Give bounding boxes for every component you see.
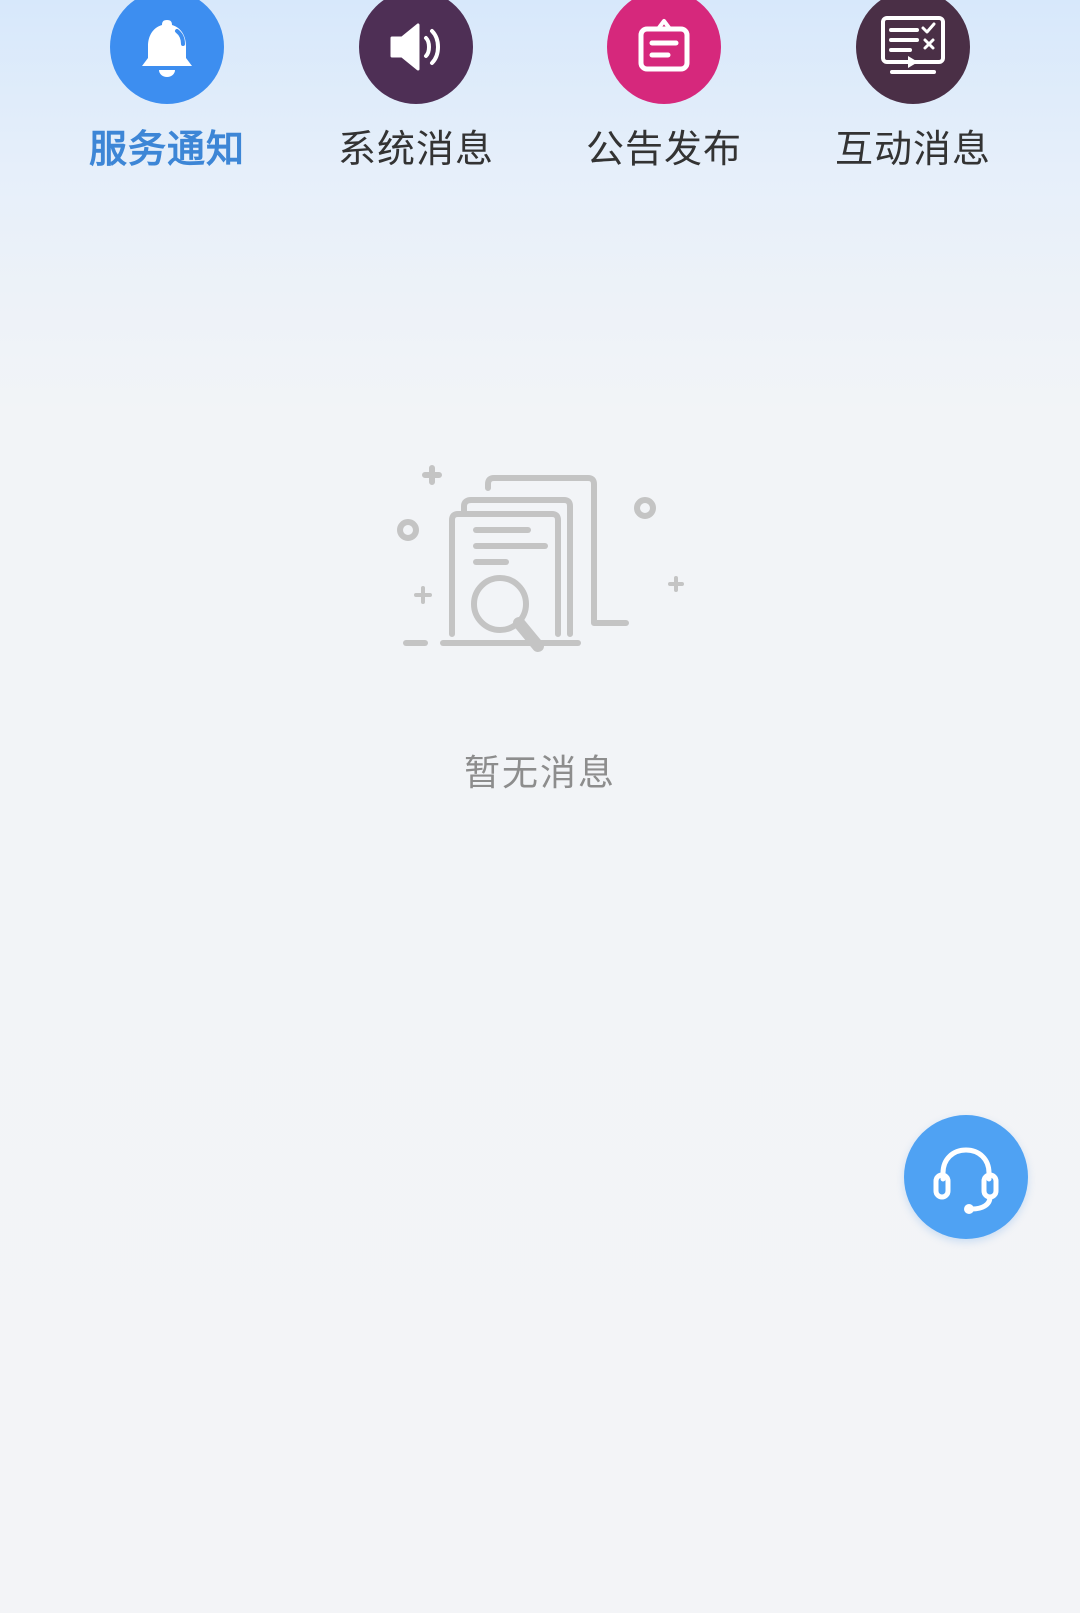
tab-system-message[interactable]: 系统消息 <box>316 0 516 180</box>
speaker-icon <box>359 0 473 104</box>
customer-service-button[interactable] <box>904 1115 1028 1239</box>
tab-system-message-label: 系统消息 <box>337 127 494 171</box>
monitor-checklist-icon <box>856 0 970 104</box>
bell-icon <box>110 0 224 104</box>
document-search-icon <box>397 465 684 652</box>
tab-service-notification[interactable]: 服务通知 <box>67 0 267 180</box>
headset-icon <box>933 1147 999 1214</box>
tab-interaction-message[interactable]: 互动消息 <box>813 0 1013 180</box>
tab-announcement-label: 公告发布 <box>585 127 742 171</box>
empty-state-text: 暂无消息 <box>463 753 616 794</box>
announcement-board-icon <box>607 0 721 104</box>
tab-service-notification-label: 服务通知 <box>88 127 245 171</box>
message-category-tabs: 服务通知 系统消息 公告发布 互动消息 <box>0 0 1080 190</box>
tab-interaction-message-label: 互动消息 <box>834 127 991 171</box>
empty-state: 暂无消息 <box>0 450 1080 800</box>
tab-announcement[interactable]: 公告发布 <box>564 0 764 180</box>
